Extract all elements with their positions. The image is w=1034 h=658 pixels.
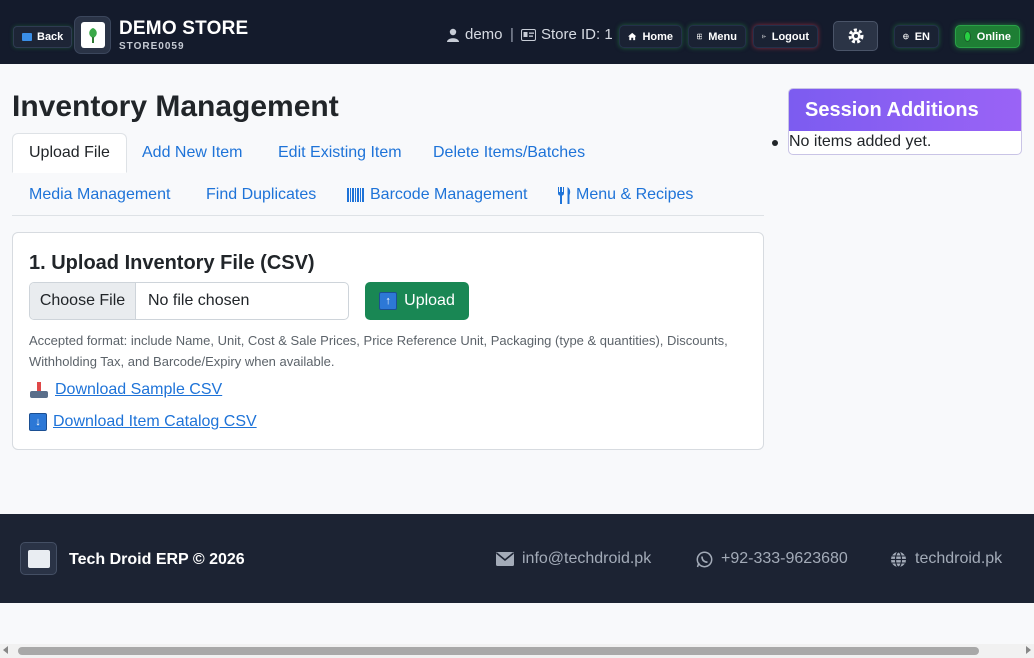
footer-website-link[interactable]: techdroid.pk <box>890 550 1002 568</box>
tab-add-new-item[interactable]: Add New Item <box>126 133 258 173</box>
tab-delete-items[interactable]: Delete Items/Batches <box>417 133 601 173</box>
tab-label: Barcode Management <box>370 186 528 203</box>
upload-card: 1. Upload Inventory File (CSV) Choose Fi… <box>12 232 764 450</box>
upload-arrow-icon: ↑ <box>379 292 398 310</box>
session-additions-panel: Session Additions No items added yet. <box>788 88 1022 155</box>
session-title: Session Additions <box>789 89 1021 131</box>
footer-brand: Tech Droid ERP © 2026 <box>69 551 245 568</box>
footer-email: info@techdroid.pk <box>522 550 652 567</box>
logout-icon <box>762 34 766 39</box>
home-icon <box>628 32 637 41</box>
envelope-icon <box>496 552 514 566</box>
tab-label: Menu & Recipes <box>576 186 694 203</box>
file-input[interactable]: Choose File No file chosen <box>29 282 349 320</box>
tab-edit-existing-item[interactable]: Edit Existing Item <box>262 133 418 173</box>
settings-button[interactable] <box>833 21 878 51</box>
globe-icon <box>891 550 906 568</box>
file-status: No file chosen <box>148 292 250 309</box>
menu-button[interactable]: Menu <box>688 25 746 48</box>
language-label: EN <box>914 30 930 43</box>
header-separator: | <box>510 26 514 43</box>
list-bullet <box>772 140 778 146</box>
store-name: DEMO STORE <box>119 18 249 39</box>
tab-label: Find Duplicates <box>206 186 317 203</box>
inventory-tabs: Upload File Add New Item Edit Existing I… <box>12 133 764 216</box>
footer-website: techdroid.pk <box>915 550 1003 567</box>
upload-button[interactable]: ↑ Upload <box>365 282 469 320</box>
download-sample-csv-link[interactable]: Download Sample CSV <box>29 381 222 399</box>
scroll-right-arrow-icon[interactable] <box>1026 646 1031 654</box>
tab-label: Upload File <box>29 144 110 161</box>
grid-icon <box>697 33 703 40</box>
download-catalog-label: Download Item Catalog CSV <box>53 413 257 430</box>
menu-label: Menu <box>708 30 737 43</box>
username: demo <box>465 26 503 43</box>
footer-email-link[interactable]: info@techdroid.pk <box>496 550 651 568</box>
back-button[interactable]: Back <box>13 26 73 48</box>
card-title: 1. Upload Inventory File (CSV) <box>29 252 315 274</box>
gear-icon <box>848 28 863 44</box>
store-logo <box>74 16 111 54</box>
download-sample-label: Download Sample CSV <box>55 381 223 398</box>
choose-file-button[interactable]: Choose File <box>30 283 136 319</box>
download-tray-icon <box>29 382 49 398</box>
download-catalog-csv-link[interactable]: ↓ Download Item Catalog CSV <box>29 413 257 431</box>
store-code: STORE0059 <box>119 41 185 52</box>
current-user: demo <box>447 26 503 43</box>
back-label: Back <box>37 31 64 43</box>
tab-barcode-management[interactable]: Barcode Management <box>331 175 543 215</box>
utensils-icon <box>558 186 571 204</box>
user-icon <box>447 28 459 42</box>
logout-button[interactable]: Logout <box>753 25 818 48</box>
download-arrow-icon: ↓ <box>29 413 47 431</box>
tab-label: Delete Items/Batches <box>433 144 586 161</box>
globe-icon <box>903 33 909 40</box>
online-status-badge[interactable]: Online <box>955 25 1020 48</box>
back-icon <box>22 33 32 41</box>
upload-label: Upload <box>404 292 455 309</box>
scroll-left-arrow-icon[interactable] <box>3 646 8 654</box>
home-button[interactable]: Home <box>619 25 682 48</box>
tab-menu-recipes[interactable]: Menu & Recipes <box>541 175 709 215</box>
footer: Tech Droid ERP © 2026 info@techdroid.pk … <box>0 514 1034 603</box>
top-navbar: Back DEMO STORE STORE0059 demo | Store I… <box>0 0 1034 64</box>
status-label: Online <box>976 30 1011 43</box>
tab-label: Add New Item <box>142 144 243 161</box>
footer-phone-link[interactable]: +92-333-9623680 <box>696 550 848 568</box>
home-label: Home <box>642 30 673 43</box>
page-title: Inventory Management <box>12 90 339 123</box>
store-id-text: Store ID: 1 <box>541 26 613 43</box>
barcode-icon <box>347 188 364 202</box>
session-empty-text: No items added yet. <box>789 133 932 150</box>
footer-phone: +92-333-9623680 <box>721 550 848 567</box>
store-logo-image <box>80 22 105 48</box>
footer-logo-image <box>27 549 50 568</box>
language-button[interactable]: EN <box>894 25 939 48</box>
logout-label: Logout <box>771 30 809 43</box>
tab-label: Media Management <box>29 186 171 203</box>
footer-logo <box>20 542 57 575</box>
tab-label: Edit Existing Item <box>278 144 402 161</box>
status-dot-icon <box>964 31 971 42</box>
id-card-icon <box>521 28 536 41</box>
store-id: Store ID: 1 <box>521 26 613 43</box>
accepted-format-help: Accepted format: include Name, Unit, Cos… <box>29 333 728 369</box>
tab-media-management[interactable]: Media Management <box>13 175 186 215</box>
whatsapp-icon <box>696 551 713 567</box>
tab-find-duplicates[interactable]: Find Duplicates <box>190 175 332 215</box>
tab-upload-file[interactable]: Upload File <box>12 133 127 173</box>
scrollbar-thumb[interactable] <box>18 647 979 655</box>
